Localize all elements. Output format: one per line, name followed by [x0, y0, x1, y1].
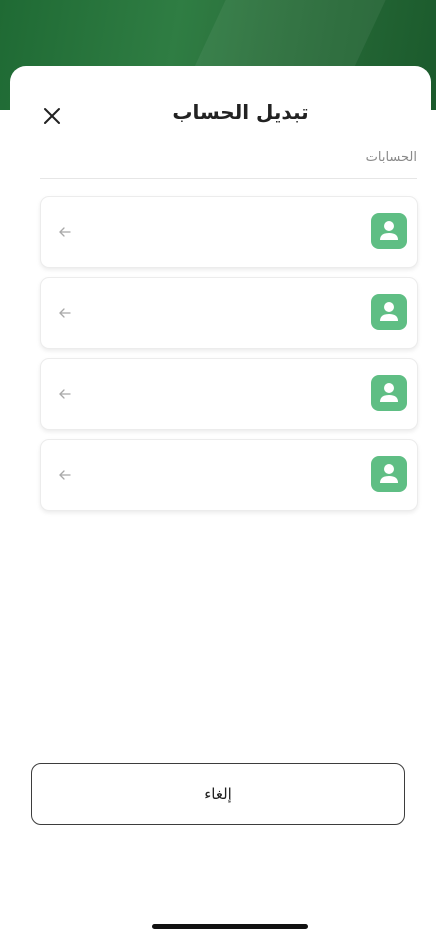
screen: تبديل الحساب الحسابات إلغاء	[0, 0, 436, 935]
arrow-left-icon	[57, 223, 75, 241]
account-card[interactable]	[40, 196, 418, 268]
user-avatar-icon	[371, 213, 407, 249]
user-avatar-icon	[371, 456, 407, 492]
account-card[interactable]	[40, 439, 418, 511]
account-card[interactable]	[40, 277, 418, 349]
arrow-left-icon	[57, 466, 75, 484]
arrow-left-icon	[57, 304, 75, 322]
cancel-button[interactable]: إلغاء	[31, 763, 405, 825]
user-avatar-icon	[371, 375, 407, 411]
accounts-section-label: الحسابات	[365, 150, 417, 165]
home-indicator[interactable]	[152, 924, 308, 929]
divider	[40, 178, 417, 179]
user-avatar-icon	[371, 294, 407, 330]
account-card[interactable]	[40, 358, 418, 430]
sheet-title: تبديل الحساب	[172, 100, 309, 124]
sheet-header: تبديل الحساب	[10, 86, 431, 136]
arrow-left-icon	[57, 385, 75, 403]
